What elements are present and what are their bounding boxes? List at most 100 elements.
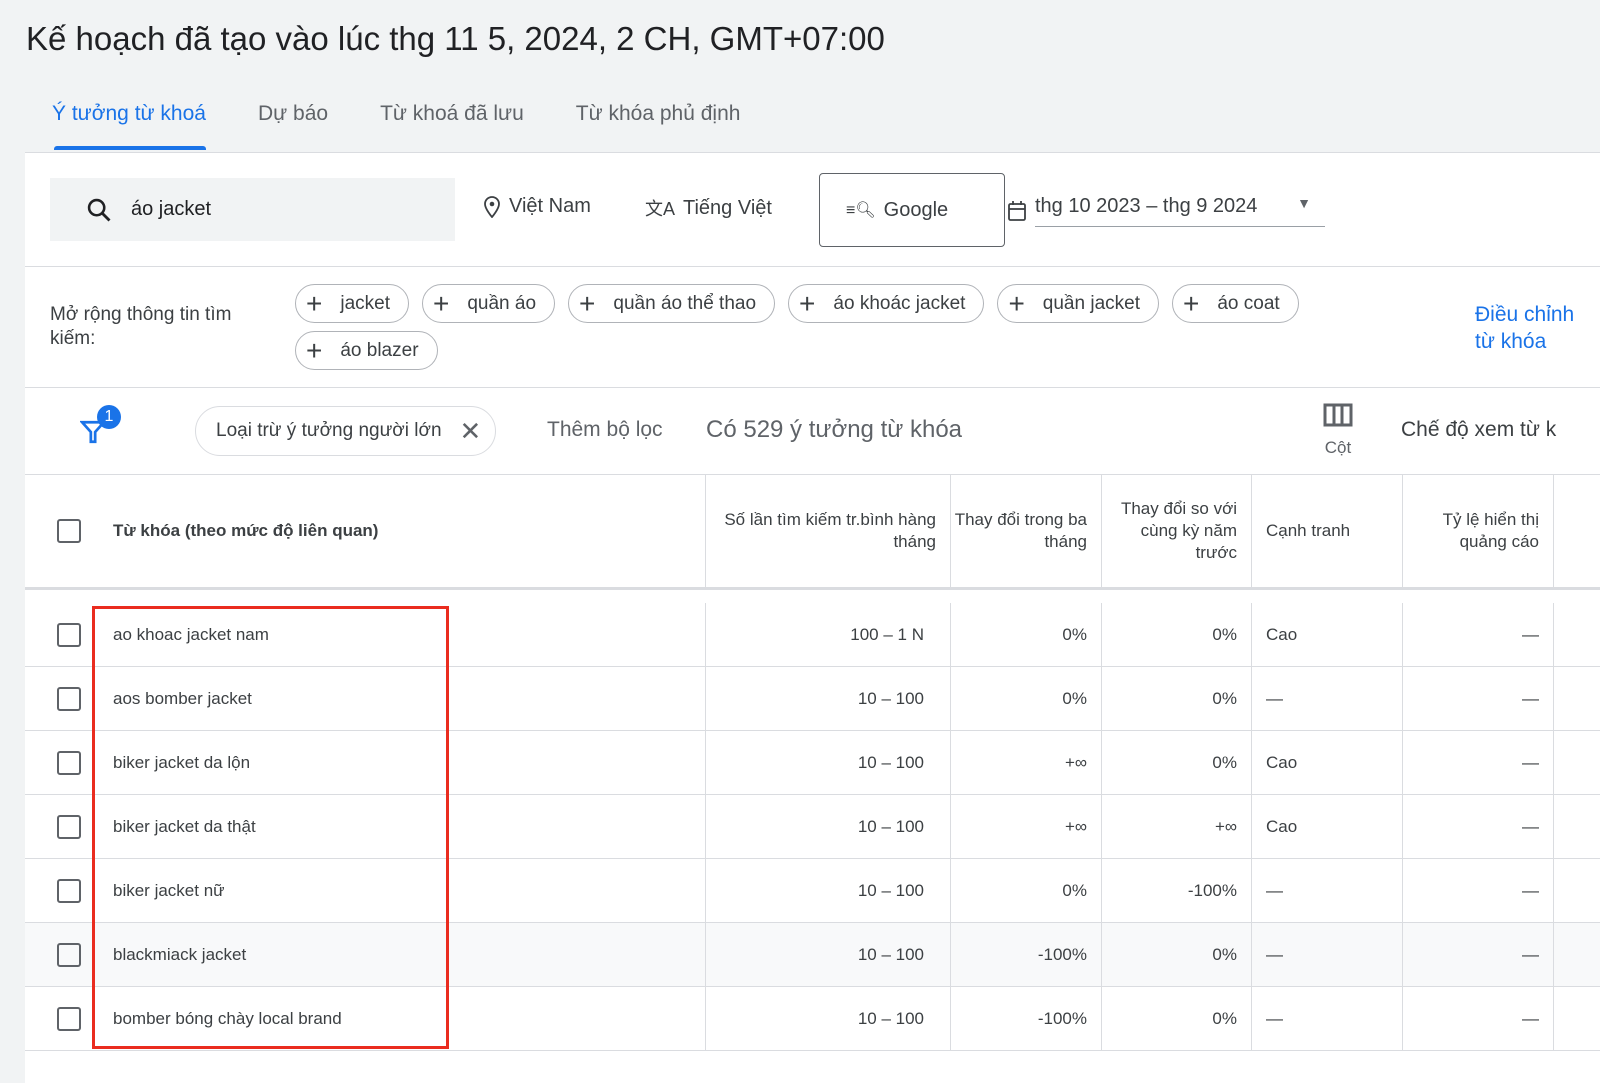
cell-avg-searches: 100 – 1 N xyxy=(706,603,951,666)
network-button[interactable]: ≡🔍︎ Google xyxy=(819,173,1005,247)
header-keyword-label: Từ khóa (theo mức độ liên quan) xyxy=(113,521,379,540)
tab-keyword-ideas[interactable]: Ý tưởng từ khoá xyxy=(26,96,232,152)
table-row[interactable]: aos bomber jacket 10 – 100 0% 0% — — xyxy=(25,667,1600,731)
cell-extra xyxy=(1554,603,1600,666)
dropdown-arrow-icon: ▼ xyxy=(1297,195,1311,211)
adult-exclusion-filter-chip[interactable]: Loại trừ ý tưởng người lớn ✕ xyxy=(195,406,497,456)
table-row[interactable]: biker jacket nữ 10 – 100 0% -100% — — xyxy=(25,859,1600,923)
filter-button[interactable]: 1 xyxy=(80,405,126,445)
keyword-chip[interactable]: + jacket xyxy=(295,284,409,323)
search-value: áo jacket xyxy=(131,198,212,220)
table-row[interactable]: blackmiack jacket 10 – 100 -100% 0% — — xyxy=(25,923,1600,987)
cell-keyword: biker jacket da lộn xyxy=(113,752,251,772)
cell-keyword: blackmiack jacket xyxy=(113,944,247,964)
chip-label: quần jacket xyxy=(1042,292,1140,314)
row-checkbox[interactable] xyxy=(57,1006,81,1031)
select-all-checkbox[interactable] xyxy=(57,519,81,543)
cell-keyword: biker jacket da thật xyxy=(113,816,256,836)
cell-keyword-wrap: bomber bóng chày local brand xyxy=(25,987,706,1050)
tab-saved-keywords[interactable]: Từ khoá đã lưu xyxy=(354,96,550,152)
cell-three-month-change: -100% xyxy=(951,923,1102,986)
cell-competition: — xyxy=(1252,987,1403,1050)
cell-three-month-change: -100% xyxy=(951,987,1102,1050)
cell-avg-searches: 10 – 100 xyxy=(706,731,951,794)
keyword-chip[interactable]: + áo khoác jacket xyxy=(788,284,985,323)
row-checkbox[interactable] xyxy=(57,814,81,839)
view-mode-button[interactable]: Chế độ xem từ k xyxy=(1401,418,1556,442)
row-checkbox[interactable] xyxy=(57,622,81,647)
search-input[interactable]: áo jacket xyxy=(50,178,455,241)
header-competition[interactable]: Cạnh tranh xyxy=(1252,475,1403,587)
search-network-icon: ≡🔍︎ xyxy=(846,202,876,219)
table-row[interactable]: bomber bóng chày local brand 10 – 100 -100… xyxy=(25,987,1600,1051)
cell-keyword-wrap: blackmiack jacket xyxy=(25,923,706,986)
chip-label: jacket xyxy=(340,292,390,314)
tab-forecast[interactable]: Dự báo xyxy=(232,96,354,152)
cell-ad-impression-share: — xyxy=(1403,923,1554,986)
cell-competition: — xyxy=(1252,923,1403,986)
keyword-chip[interactable]: + quần áo thể thao xyxy=(568,284,776,323)
plus-icon: + xyxy=(433,287,450,319)
cell-extra xyxy=(1554,795,1600,858)
tabs: Ý tưởng từ khoá Dự báo Từ khoá đã lưu Từ… xyxy=(26,96,766,152)
cell-extra xyxy=(1554,923,1600,986)
cell-extra xyxy=(1554,859,1600,922)
close-icon[interactable]: ✕ xyxy=(460,418,482,444)
cell-yoy-change: 0% xyxy=(1102,731,1252,794)
table-row[interactable]: ao khoac jacket nam 100 – 1 N 0% 0% Cao — xyxy=(25,603,1600,667)
network-label: Google xyxy=(883,198,949,221)
page-title: Kế hoạch đã tạo vào lúc thg 11 5, 2024, … xyxy=(26,20,885,57)
language-label: Tiếng Việt xyxy=(683,196,772,219)
tab-negative-keywords[interactable]: Từ khóa phủ định xyxy=(550,96,767,152)
row-checkbox[interactable] xyxy=(57,942,81,967)
columns-label: Cột xyxy=(1324,438,1352,457)
cell-competition: — xyxy=(1252,667,1403,730)
keyword-chip[interactable]: + quần áo xyxy=(422,284,556,323)
cell-three-month-change: +∞ xyxy=(951,795,1102,858)
row-checkbox[interactable] xyxy=(57,686,81,711)
cell-keyword-wrap: biker jacket nữ xyxy=(25,859,706,922)
location-button[interactable]: Việt Nam xyxy=(483,195,591,218)
cell-keyword: ao khoac jacket nam xyxy=(113,624,269,644)
cell-three-month-change: +∞ xyxy=(951,731,1102,794)
header-avg-searches[interactable]: Số lần tìm kiếm tr.bình hàng tháng xyxy=(706,475,951,587)
chip-label: quần áo xyxy=(467,292,537,314)
chip-label: áo coat xyxy=(1217,292,1280,314)
broaden-label: Mở rộng thông tin tìm kiếm: xyxy=(50,304,232,349)
row-checkbox[interactable] xyxy=(57,878,81,903)
language-button[interactable]: 文A Tiếng Việt xyxy=(645,195,772,221)
keyword-chip[interactable]: + quần jacket xyxy=(997,284,1159,323)
plus-icon: + xyxy=(1008,287,1025,319)
cell-yoy-change: +∞ xyxy=(1102,795,1252,858)
adjust-keywords-link[interactable]: Điều chỉnh từ khóa xyxy=(1475,301,1580,355)
row-checkbox[interactable] xyxy=(57,750,81,775)
table-row[interactable]: biker jacket da thật 10 – 100 +∞ +∞ Cao — xyxy=(25,795,1600,859)
header-yoy-change[interactable]: Thay đổi so với cùng kỳ năm trước xyxy=(1102,475,1252,587)
columns-icon xyxy=(1323,403,1353,427)
columns-button[interactable]: Cột xyxy=(1313,403,1363,458)
add-filter-button[interactable]: Thêm bộ lọc xyxy=(547,418,663,442)
cell-avg-searches: 10 – 100 xyxy=(706,923,951,986)
keyword-count: Có 529 ý tưởng từ khóa xyxy=(706,416,963,443)
table-row[interactable]: biker jacket da lộn 10 – 100 +∞ 0% Cao — xyxy=(25,731,1600,795)
search-icon xyxy=(87,198,111,221)
date-range-select[interactable]: thg 10 2023 – thg 9 2024 ▼ xyxy=(1007,195,1325,227)
cell-yoy-change: 0% xyxy=(1102,923,1252,986)
cell-extra xyxy=(1554,667,1600,730)
plus-icon: + xyxy=(1182,287,1200,319)
cell-ad-impression-share: — xyxy=(1403,731,1554,794)
cell-ad-impression-share: — xyxy=(1403,667,1554,730)
cell-ad-impression-share: — xyxy=(1403,795,1554,858)
header-keyword[interactable]: Từ khóa (theo mức độ liên quan) xyxy=(25,475,706,587)
broaden-chips: + jacket + quần áo + quần áo thể thao + áo khoá… xyxy=(295,284,1375,370)
location-pin-icon xyxy=(484,195,500,218)
cell-yoy-change: 0% xyxy=(1102,987,1252,1050)
plus-icon: + xyxy=(306,334,323,366)
plus-icon: + xyxy=(306,287,323,319)
keyword-chip[interactable]: + áo blazer xyxy=(295,331,438,370)
cell-avg-searches: 10 – 100 xyxy=(706,859,951,922)
keyword-chip[interactable]: + áo coat xyxy=(1171,284,1299,323)
header-three-month-change[interactable]: Thay đổi trong ba tháng xyxy=(951,475,1102,587)
cell-keyword-wrap: biker jacket da thật xyxy=(25,795,706,858)
header-ad-impression-share[interactable]: Tỷ lệ hiển thị quảng cáo xyxy=(1403,475,1554,587)
